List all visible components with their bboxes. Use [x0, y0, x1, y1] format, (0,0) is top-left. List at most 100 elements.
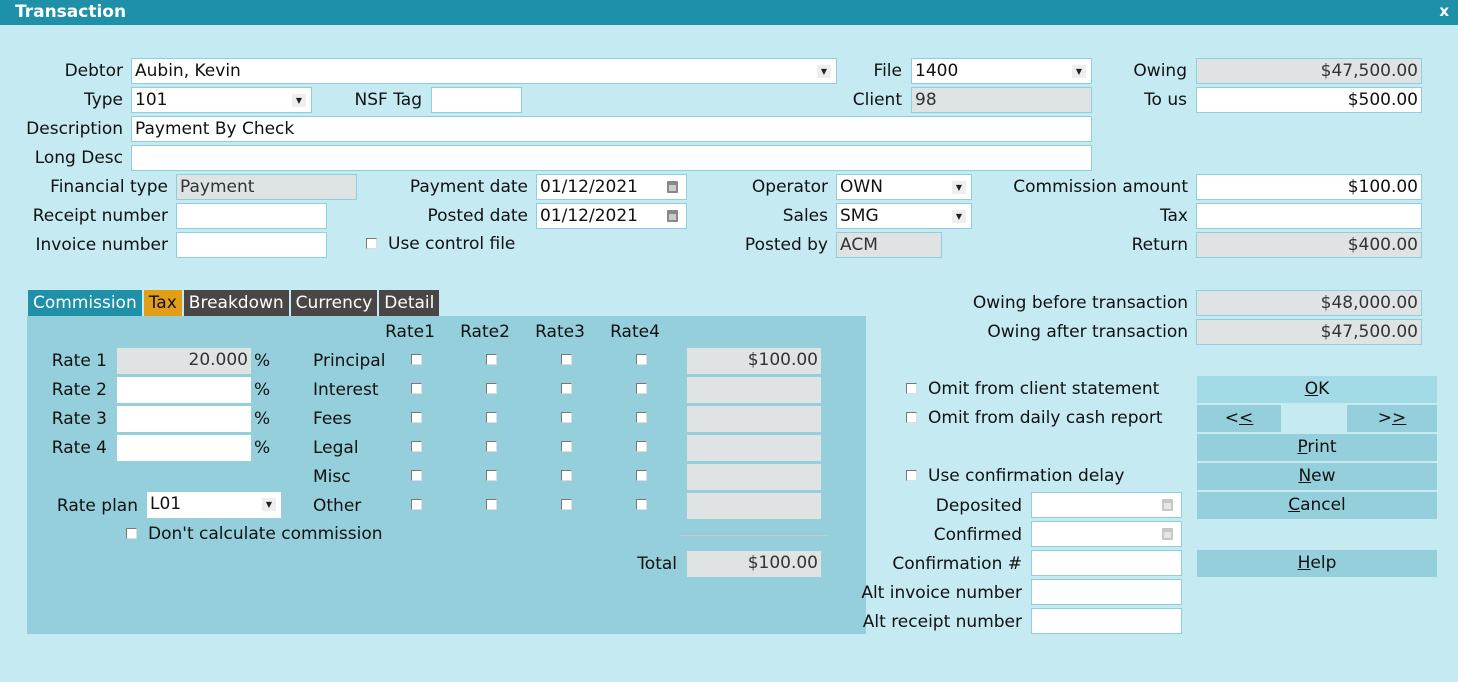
file-dropdown[interactable]: 1400 ▼: [911, 58, 1092, 84]
debtor-dropdown[interactable]: Aubin, Kevin ▼: [131, 58, 837, 84]
rate-2-input[interactable]: [117, 377, 251, 403]
column-header-rate2: Rate2: [460, 322, 510, 342]
rate4-checkbox[interactable]: [636, 354, 647, 365]
file-value: 1400: [915, 61, 959, 81]
deposited-label: Deposited: [935, 496, 1022, 516]
help-button[interactable]: Help: [1197, 550, 1437, 577]
invoice-number-input[interactable]: [176, 232, 327, 258]
next-button[interactable]: >>: [1347, 405, 1437, 432]
sales-dropdown[interactable]: SMG ▼: [836, 203, 972, 229]
calendar-icon[interactable]: [1162, 528, 1173, 540]
ok-button[interactable]: OK: [1197, 376, 1437, 403]
long-desc-input[interactable]: [131, 145, 1092, 171]
tab-detail[interactable]: Detail: [379, 290, 440, 316]
rate1-checkbox[interactable]: [411, 470, 422, 481]
breakdown-row-label: Interest: [313, 380, 379, 400]
description-input[interactable]: Payment By Check: [131, 116, 1092, 142]
use-confirmation-delay-label: Use confirmation delay: [928, 466, 1125, 486]
rate1-checkbox[interactable]: [411, 441, 422, 452]
rate-3-input[interactable]: [117, 406, 251, 432]
confirmed-input[interactable]: [1031, 521, 1182, 547]
omit-daily-cash-checkbox[interactable]: [906, 412, 917, 423]
rate-4-input[interactable]: [117, 435, 251, 461]
type-dropdown[interactable]: 101 ▼: [131, 87, 312, 113]
rate1-checkbox[interactable]: [411, 354, 422, 365]
previous-button[interactable]: <<: [1197, 405, 1281, 432]
calendar-icon[interactable]: [667, 181, 678, 193]
rate2-checkbox[interactable]: [486, 441, 497, 452]
chevron-down-icon[interactable]: ▼: [952, 210, 966, 223]
return-label: Return: [1131, 235, 1188, 255]
deposited-input[interactable]: [1031, 492, 1182, 518]
rate1-checkbox[interactable]: [411, 412, 422, 423]
tab-breakdown[interactable]: Breakdown: [183, 290, 289, 316]
operator-label: Operator: [751, 177, 828, 197]
dont-calculate-checkbox[interactable]: [126, 528, 137, 539]
nsf-tag-input[interactable]: [431, 87, 522, 113]
rate3-checkbox[interactable]: [561, 412, 572, 423]
new-button[interactable]: New: [1197, 463, 1437, 490]
alt-receipt-number-input[interactable]: [1031, 608, 1182, 634]
rate3-checkbox[interactable]: [561, 354, 572, 365]
tax-input[interactable]: [1196, 203, 1422, 229]
rate2-checkbox[interactable]: [486, 470, 497, 481]
breakdown-amount-field: $100.00: [687, 348, 821, 374]
commission-amount-input[interactable]: $100.00: [1196, 174, 1422, 200]
chevron-down-icon[interactable]: ▼: [1072, 65, 1086, 78]
use-control-file-label: Use control file: [388, 234, 516, 254]
rate2-checkbox[interactable]: [486, 499, 497, 510]
rate4-checkbox[interactable]: [636, 383, 647, 394]
file-label: File: [873, 61, 902, 81]
rate3-checkbox[interactable]: [561, 499, 572, 510]
rate2-checkbox[interactable]: [486, 383, 497, 394]
total-field: $100.00: [687, 551, 821, 577]
payment-date-input[interactable]: 01/12/2021: [536, 174, 687, 200]
rate2-checkbox[interactable]: [486, 354, 497, 365]
to-us-input[interactable]: $500.00: [1196, 87, 1422, 113]
rate3-checkbox[interactable]: [561, 383, 572, 394]
rate4-checkbox[interactable]: [636, 470, 647, 481]
alt-invoice-number-label: Alt invoice number: [861, 583, 1022, 603]
operator-dropdown[interactable]: OWN ▼: [836, 174, 972, 200]
return-field: $400.00: [1196, 232, 1422, 258]
chevron-down-icon[interactable]: ▼: [952, 181, 966, 194]
rate1-checkbox[interactable]: [411, 499, 422, 510]
rate3-checkbox[interactable]: [561, 470, 572, 481]
rate-4-label: Rate 4: [51, 438, 107, 458]
rate-plan-dropdown[interactable]: L01 ▼: [147, 492, 281, 518]
ok-rest: K: [1318, 379, 1330, 399]
dont-calculate-label: Don't calculate commission: [148, 524, 383, 544]
tab-commission[interactable]: Commission: [28, 290, 142, 316]
chevron-down-icon[interactable]: ▼: [262, 498, 276, 511]
chevron-down-icon[interactable]: ▼: [817, 65, 831, 78]
use-confirmation-delay-checkbox[interactable]: [906, 470, 917, 481]
close-icon[interactable]: x: [1439, 2, 1449, 20]
calendar-icon[interactable]: [1162, 499, 1173, 511]
rate4-checkbox[interactable]: [636, 412, 647, 423]
rate4-checkbox[interactable]: [636, 499, 647, 510]
ok-accel: O: [1304, 379, 1319, 399]
tab-tax[interactable]: Tax: [143, 290, 182, 316]
posted-date-input[interactable]: 01/12/2021: [536, 203, 687, 229]
cancel-button[interactable]: Cancel: [1197, 492, 1437, 519]
tab-currency[interactable]: Currency: [290, 290, 378, 316]
chevron-down-icon[interactable]: ▼: [292, 94, 306, 107]
description-label: Description: [26, 119, 123, 139]
omit-client-statement-checkbox[interactable]: [906, 383, 917, 394]
rate2-checkbox[interactable]: [486, 412, 497, 423]
receipt-number-input[interactable]: [176, 203, 327, 229]
tax-label: Tax: [1159, 206, 1188, 226]
rate3-checkbox[interactable]: [561, 441, 572, 452]
rate1-checkbox[interactable]: [411, 383, 422, 394]
alt-invoice-number-input[interactable]: [1031, 579, 1182, 605]
breakdown-row-label: Legal: [313, 438, 359, 458]
calendar-icon[interactable]: [667, 210, 678, 222]
rate4-checkbox[interactable]: [636, 441, 647, 452]
print-button[interactable]: Print: [1197, 434, 1437, 461]
confirmation-no-input[interactable]: [1031, 550, 1182, 576]
client-label: Client: [852, 90, 902, 110]
use-control-file-checkbox[interactable]: [366, 238, 377, 249]
rate-1-field: 20.000: [117, 348, 251, 374]
rate-plan-label: Rate plan: [56, 496, 138, 516]
cancel-accel: C: [1288, 495, 1301, 515]
